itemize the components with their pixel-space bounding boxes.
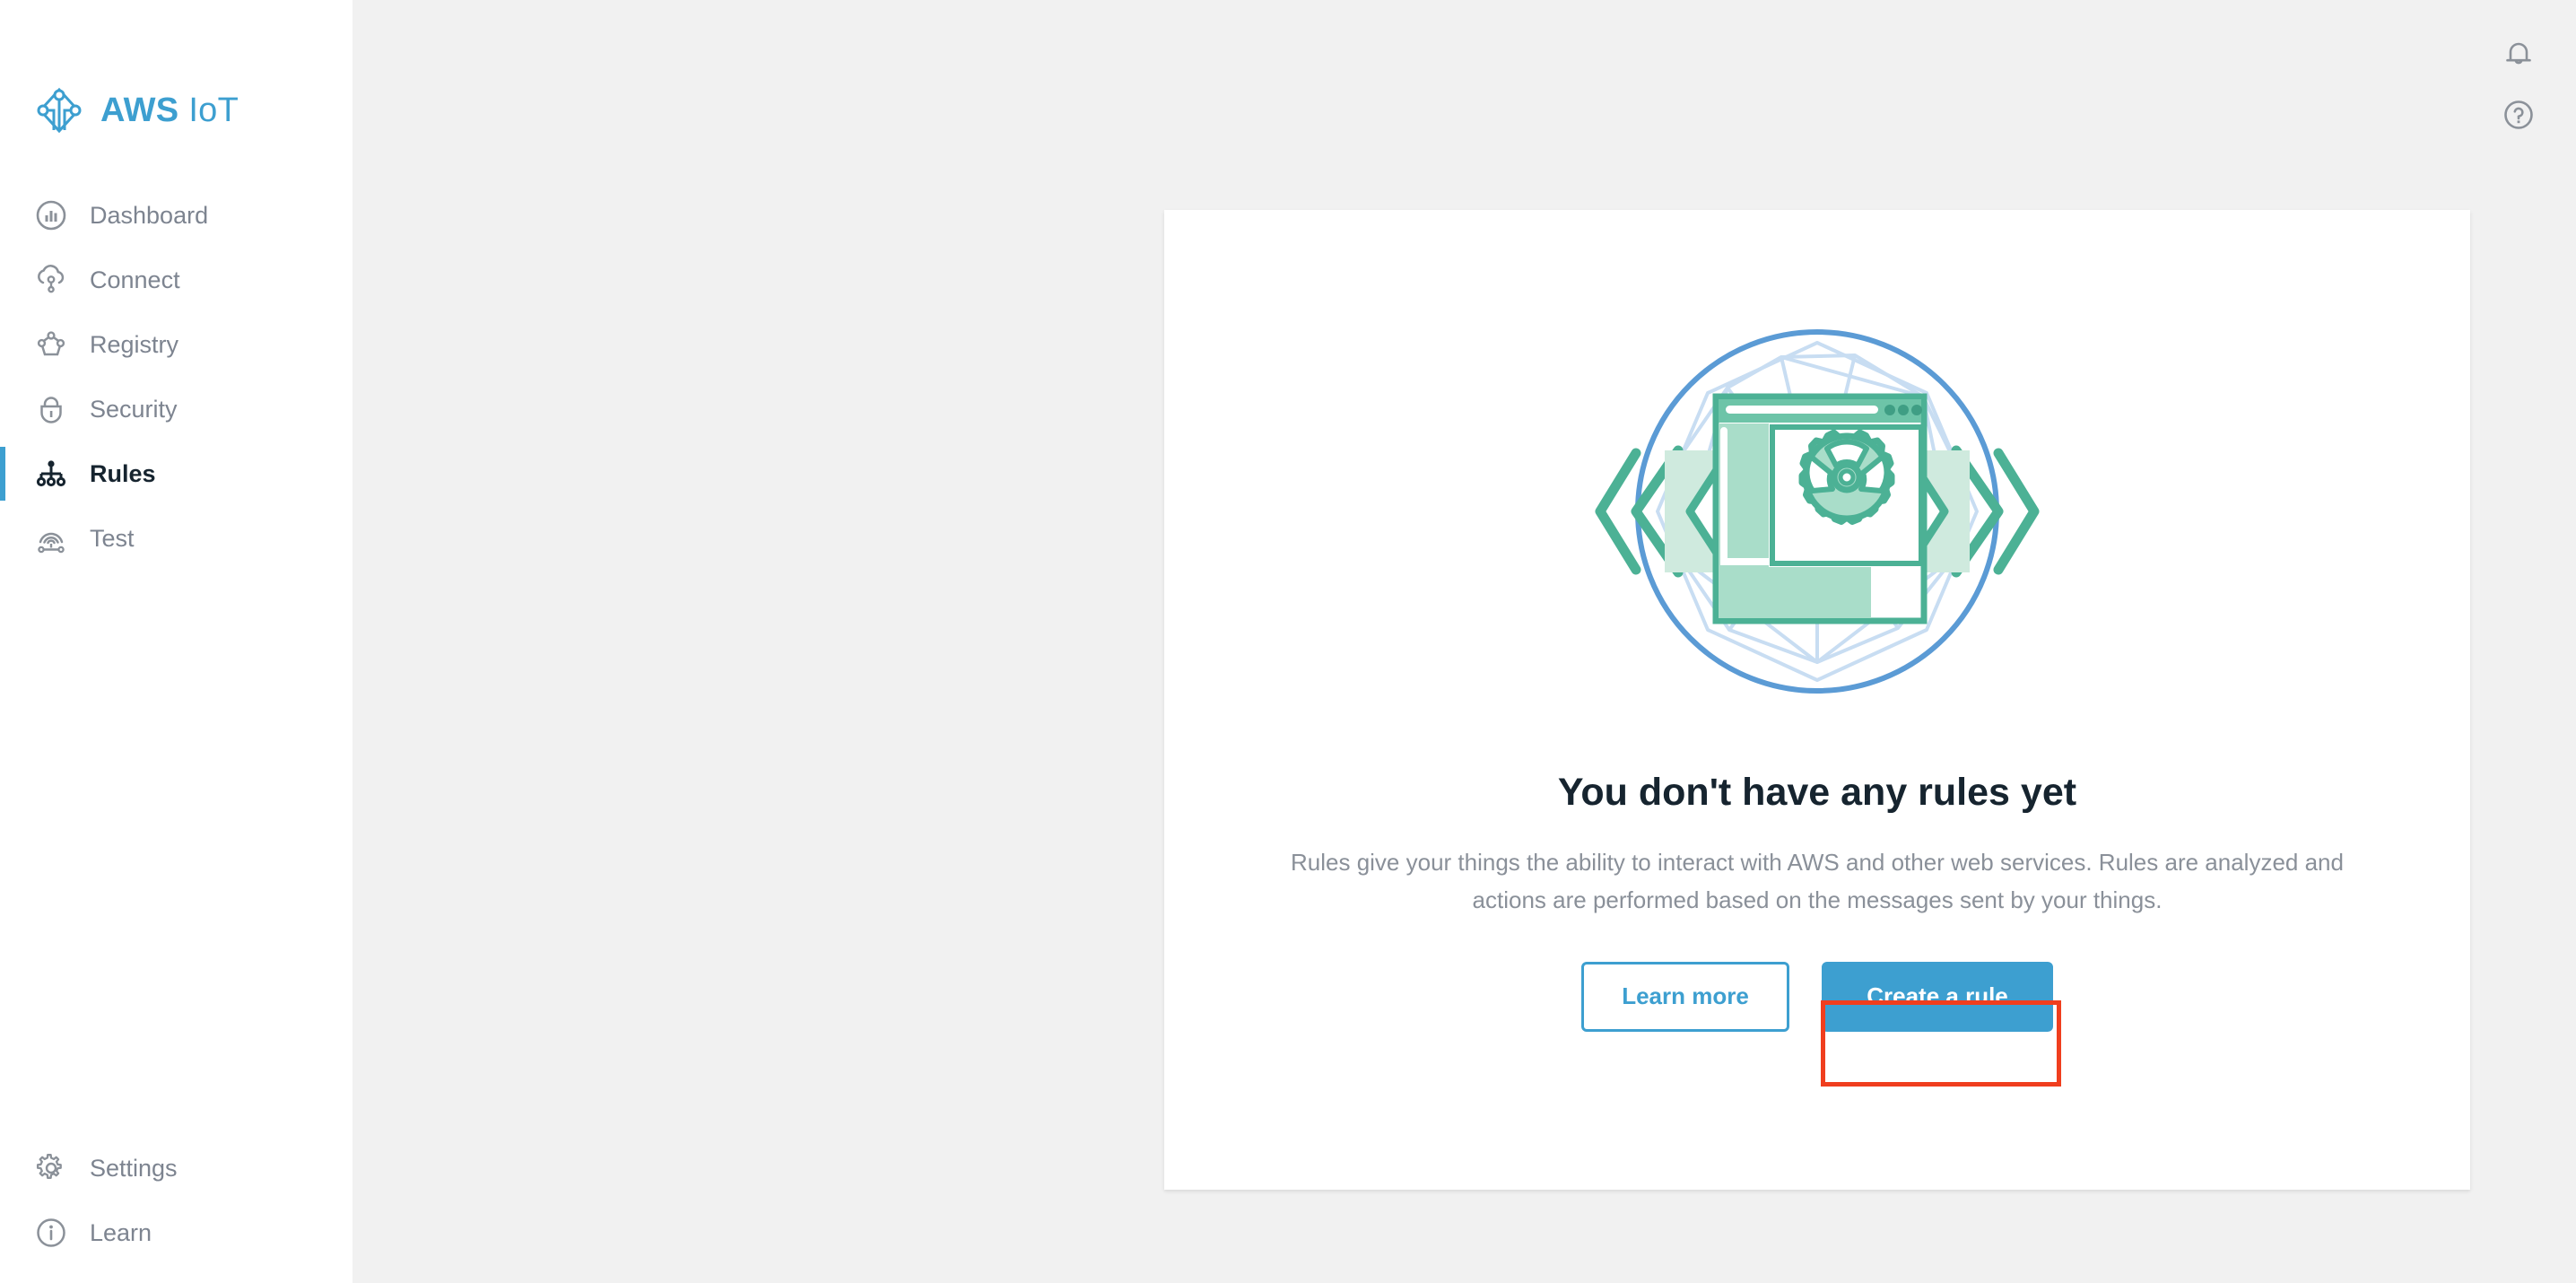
sidebar-item-learn[interactable]: Learn: [0, 1200, 352, 1265]
empty-state-actions: Learn more Create a rule: [1581, 961, 2053, 1032]
sidebar-item-label: Learn: [90, 1218, 152, 1246]
sidebar-item-dashboard[interactable]: Dashboard: [0, 183, 352, 248]
aws-iot-network-logo-icon: [34, 85, 84, 135]
sidebar-item-label: Test: [90, 524, 135, 552]
aws-iot-console: AWS IoT Dashboard Connect Registry Secur…: [0, 0, 2576, 1283]
cloud-connect-icon: [34, 263, 68, 297]
sidebar-item-label: Registry: [90, 330, 179, 358]
brand-title-iot: IoT: [188, 92, 239, 129]
create-a-rule-button[interactable]: Create a rule: [1822, 961, 2053, 1032]
main-content: You don't have any rules yet Rules give …: [352, 0, 2576, 1283]
sidebar-nav-main: Dashboard Connect Registry Security Rule…: [0, 183, 352, 571]
learn-more-button[interactable]: Learn more: [1581, 961, 1789, 1032]
sidebar-item-connect[interactable]: Connect: [0, 248, 352, 312]
sidebar-item-label: Connect: [90, 266, 180, 293]
sidebar-item-label: Rules: [90, 459, 156, 487]
help-question-icon[interactable]: [2501, 97, 2537, 133]
sidebar-item-settings[interactable]: Settings: [0, 1136, 352, 1200]
brand-logo-area[interactable]: AWS IoT: [0, 0, 352, 151]
dashboard-chart-circle-icon: [34, 198, 68, 232]
sidebar-item-test[interactable]: Test: [0, 506, 352, 571]
info-circle-icon: [34, 1216, 68, 1250]
brand-title: AWS IoT: [100, 93, 239, 127]
registry-nodes-icon: [34, 327, 68, 362]
sidebar-nav-bottom: Settings Learn: [0, 1136, 352, 1283]
empty-state-description: Rules give your things the ability to in…: [1291, 848, 2344, 913]
sidebar-item-registry[interactable]: Registry: [0, 312, 352, 377]
sidebar-item-security[interactable]: Security: [0, 377, 352, 441]
topbar-icons: [2501, 36, 2537, 133]
sidebar: AWS IoT Dashboard Connect Registry Secur…: [0, 0, 352, 1283]
sidebar-item-label: Security: [90, 395, 178, 423]
sidebar-item-rules[interactable]: Rules: [0, 441, 352, 506]
rules-empty-state-card: You don't have any rules yet Rules give …: [1164, 210, 2470, 1190]
rules-empty-state-illustration: [1593, 287, 2041, 736]
gear-icon: [34, 1151, 68, 1185]
test-signal-icon: [34, 521, 68, 555]
notifications-bell-icon[interactable]: [2501, 36, 2537, 72]
page-title: You don't have any rules yet: [1557, 771, 2077, 814]
sidebar-item-label: Settings: [90, 1154, 178, 1182]
sidebar-item-label: Dashboard: [90, 201, 209, 229]
rules-hierarchy-icon: [34, 457, 68, 491]
brand-title-aws: AWS: [100, 92, 179, 129]
lock-shield-icon: [34, 392, 68, 426]
